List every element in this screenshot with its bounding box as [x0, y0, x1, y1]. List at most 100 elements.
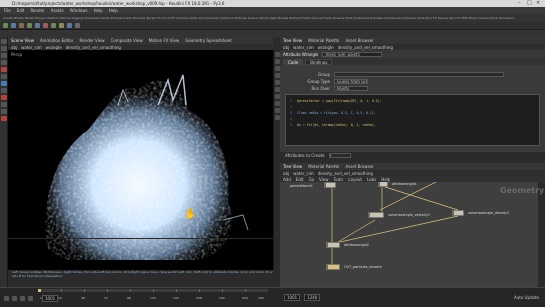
viewport-tab[interactable]: Geometry Spreadsheet	[185, 38, 231, 43]
tab-material-palette[interactable]: Material Palette	[308, 38, 339, 43]
visibility-tool-icon[interactable]	[1, 109, 7, 114]
group-field[interactable]	[334, 72, 504, 77]
view-tool-icon[interactable]	[1, 81, 7, 86]
menu-help[interactable]: Help	[94, 8, 103, 13]
network-node[interactable]	[452, 210, 464, 216]
tool-icon[interactable]	[27, 23, 32, 28]
tool-icon[interactable]	[3, 23, 8, 28]
network-node[interactable]	[368, 212, 384, 218]
tab-bindings[interactable]: Bindings	[305, 58, 333, 65]
network-node[interactable]	[326, 242, 340, 248]
network-node[interactable]	[378, 182, 388, 187]
menu-edit[interactable]: Edit	[17, 8, 25, 13]
network-node[interactable]	[324, 182, 336, 188]
close-icon[interactable]: ×	[536, 0, 540, 7]
timeline-scrubber[interactable]	[38, 289, 268, 292]
tool-icon[interactable]	[19, 23, 24, 28]
handle-tool-icon[interactable]	[1, 67, 7, 72]
go-start-icon[interactable]	[4, 295, 9, 301]
minimize-icon[interactable]: –	[518, 0, 521, 7]
shelf-tabs: Create Modify Model Polygon Deform Textu…	[0, 14, 545, 22]
rotate-tool-icon[interactable]	[1, 53, 7, 58]
brush-tool-icon[interactable]	[1, 95, 7, 100]
tool-icon[interactable]	[43, 23, 48, 28]
frame-start-field[interactable]: 1001	[284, 294, 301, 301]
select-tool-icon[interactable]	[1, 39, 7, 44]
frame-end-field[interactable]: 1240	[304, 294, 321, 301]
tab-scene-view[interactable]: Scene View	[11, 38, 34, 43]
auto-update-toggle[interactable]: Auto Update	[514, 295, 539, 300]
code-line: 5 @v = fit(@v, chramp(radVa), 0, 1, radVa…	[290, 123, 376, 127]
tab-asset-browser[interactable]: Asset Browser	[345, 38, 373, 43]
tool-icon[interactable]	[75, 23, 80, 28]
path-obj[interactable]: obj	[283, 45, 289, 50]
path-water-sim[interactable]: water_sim	[293, 171, 314, 176]
vex-code-editor[interactable]: 1 @pressfactor = pow(fit(ramp(@P), 0, 1, …	[285, 94, 540, 146]
menu-render[interactable]: Render	[30, 8, 44, 13]
play-icon[interactable]	[20, 295, 25, 301]
menu-assets[interactable]: Assets	[51, 8, 64, 13]
attributes-label: Attributes to Create	[285, 152, 325, 158]
path-water-sim[interactable]: water_sim	[21, 45, 42, 50]
tool-icon[interactable]	[59, 23, 64, 28]
node-label: volumesample_density1	[468, 211, 510, 215]
path-obj[interactable]: obj	[11, 45, 17, 50]
shelf-tab-list[interactable]: Create Modify Model Polygon Deform Textu…	[3, 16, 515, 20]
path-water-sim[interactable]: water_sim	[293, 45, 314, 50]
group-type-select[interactable]: Guess from Group	[334, 79, 368, 84]
tab-tree-view[interactable]: Tree View	[283, 164, 302, 169]
current-frame-field[interactable]: 1001	[42, 294, 59, 302]
menu-file[interactable]: File	[4, 8, 11, 13]
menu-tools[interactable]: Tools	[334, 177, 344, 182]
tool-icon[interactable]	[67, 23, 72, 28]
maximize-icon[interactable]: □	[527, 0, 532, 7]
water-splash-render: Persp	[8, 52, 273, 260]
tool-icon[interactable]	[11, 23, 16, 28]
menu-labs[interactable]: Labs	[367, 177, 376, 182]
tab-asset-browser[interactable]: Asset Browser	[345, 164, 373, 169]
network-editor[interactable]: attribwrangle1 volumesample_velocity1 vo…	[280, 182, 545, 287]
scale-tool-icon[interactable]	[1, 60, 7, 65]
tab-render-view[interactable]: Render View	[79, 38, 104, 43]
render-tool-icon[interactable]	[1, 116, 7, 121]
viewport-tab[interactable]: Motion FX View	[149, 38, 180, 43]
tab-code[interactable]: Code	[283, 58, 304, 65]
menu-go[interactable]: Go	[309, 177, 315, 182]
tool-icon[interactable]	[35, 23, 40, 28]
menu-help[interactable]: Help	[381, 177, 390, 182]
menu-add[interactable]: Add	[283, 177, 291, 182]
scene-viewport[interactable]: Persp ✋	[8, 50, 273, 270]
menu-layout[interactable]: Layout	[348, 177, 362, 182]
tab-material-palette[interactable]: Material Palette	[308, 164, 339, 169]
snap-tool-icon[interactable]	[1, 88, 7, 93]
move-tool-icon[interactable]	[1, 46, 7, 51]
menu-help-2[interactable]: Help	[109, 8, 118, 13]
path-wrangle[interactable]: wrangle	[318, 45, 334, 50]
path-node[interactable]: density_and_vel_smoothing	[66, 45, 121, 50]
run-over-select[interactable]: Points	[334, 86, 368, 91]
node-name-field[interactable]: mess_Sim_points	[322, 51, 383, 57]
tab-composite-view[interactable]: Composite View	[111, 38, 143, 43]
parameter-header: Attribute Wrangle mess_Sim_points	[280, 50, 545, 58]
menu-view[interactable]: View	[319, 177, 329, 182]
tab-animation-editor[interactable]: Animation Editor	[40, 38, 74, 43]
menu-windows[interactable]: Windows	[70, 8, 88, 13]
path-node[interactable]: density_and_vel_smoothing	[338, 45, 393, 50]
tab-tree-view[interactable]: Tree View	[283, 38, 302, 43]
tool-icon[interactable]	[51, 23, 56, 28]
playhead[interactable]	[38, 289, 41, 292]
path-obj[interactable]: obj	[283, 171, 289, 176]
left-toolbar	[0, 37, 8, 287]
path-wrangle[interactable]: wrangle	[46, 45, 62, 50]
node-label: attribwrangle1	[392, 182, 417, 186]
lasso-tool-icon[interactable]	[1, 102, 7, 107]
step-back-icon[interactable]	[12, 295, 17, 301]
step-forward-icon[interactable]	[28, 295, 33, 301]
menu-edit[interactable]: Edit	[296, 177, 304, 182]
pose-tool-icon[interactable]	[1, 74, 7, 79]
path-node[interactable]: density_and_vel_smoothing	[318, 171, 373, 176]
node-label: pointdeform1	[290, 184, 313, 188]
camera-label[interactable]: Persp	[11, 52, 22, 57]
attributes-field[interactable]: *	[328, 152, 351, 158]
network-node-output[interactable]	[326, 264, 340, 270]
